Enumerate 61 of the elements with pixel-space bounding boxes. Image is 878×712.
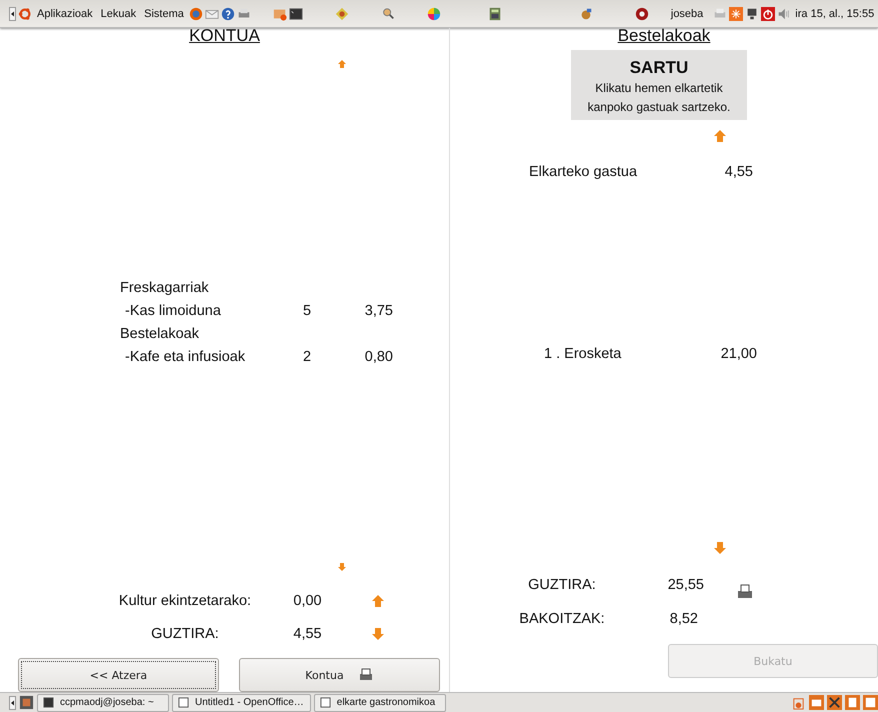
color-wheel-icon[interactable] — [426, 6, 441, 20]
terminal-icon — [43, 697, 54, 708]
network-icon[interactable] — [745, 6, 760, 20]
scroll-down-icon[interactable] — [336, 563, 348, 571]
decrease-icon[interactable] — [372, 628, 384, 640]
panel-menu[interactable]: Lekuak — [98, 8, 140, 20]
document-icon[interactable] — [845, 695, 860, 710]
total-label: GUZTIRA: — [150, 626, 220, 642]
item-name: -Kafe eta infusioak — [124, 348, 246, 364]
scroll-down-icon[interactable] — [714, 542, 726, 554]
item-quantity: 2 — [302, 348, 312, 364]
per-person-label: BAKOITZAK: — [518, 611, 606, 627]
culture-amount: 0,00 — [292, 593, 323, 609]
total-amount: 25,55 — [666, 577, 704, 593]
total-amount: 4,55 — [292, 626, 323, 642]
category-name: Bestelakoak — [120, 326, 199, 342]
total-label: GUZTIRA: — [527, 577, 597, 593]
tools-icon[interactable] — [827, 695, 842, 710]
scroll-up-icon[interactable] — [336, 60, 348, 68]
terminal-icon[interactable] — [288, 6, 303, 20]
action-button[interactable]: Kontua — [239, 658, 440, 692]
section-title: Bestelakoak — [618, 28, 710, 44]
panel-menu[interactable]: Sistema — [141, 8, 187, 20]
volume-icon[interactable] — [777, 6, 792, 20]
purchase-label: 1 . Erosketa — [544, 346, 622, 364]
search-icon[interactable] — [380, 6, 395, 20]
printer-icon[interactable] — [737, 584, 753, 600]
taskbar-button[interactable]: ccpmaodj@joseba: ~ — [37, 694, 169, 712]
panel-menu[interactable]: Aplikazioak — [34, 8, 96, 20]
per-person-amount: 8,52 — [668, 611, 698, 627]
action-button[interactable]: << Atzera — [18, 658, 219, 692]
expense-amount: 4,55 — [724, 164, 753, 182]
enter-expense-button[interactable]: SARTU Klikatu hemen elkartetik kanpoko gastuak sartzeko. — [571, 50, 747, 120]
purchase-amount: 21,00 — [720, 346, 757, 364]
section-title: KONTUA — [189, 28, 260, 44]
user-name[interactable]: joseba — [670, 8, 704, 20]
category-name: Freskagarriak — [120, 280, 209, 296]
scroll-up-icon[interactable] — [714, 130, 726, 142]
culture-label: Kultur ekintzetarako: — [118, 593, 252, 609]
taskbar-button[interactable]: Untitled1 - OpenOffice… — [172, 694, 311, 712]
panel-hide-button[interactable] — [9, 696, 16, 710]
mail-icon[interactable] — [809, 695, 824, 710]
window-icon — [320, 697, 331, 708]
show-desktop-icon[interactable] — [19, 695, 34, 710]
calculator-icon[interactable] — [488, 6, 502, 20]
ubuntu-logo-icon — [18, 6, 32, 20]
item-price: 0,80 — [364, 348, 393, 364]
clock[interactable]: ira 15, al., 15:55 — [795, 8, 874, 20]
window-icon[interactable] — [863, 695, 878, 710]
item-name: -Kas limoiduna — [124, 302, 222, 318]
expense-label: Elkarteko gastua — [529, 164, 638, 182]
disk-icon[interactable] — [634, 6, 649, 20]
help-icon[interactable] — [220, 6, 235, 20]
taskbar-button[interactable]: elkarte gastronomikoa — [314, 694, 446, 712]
item-quantity: 5 — [302, 302, 312, 318]
power-icon[interactable] — [761, 6, 776, 20]
increase-icon[interactable] — [372, 595, 384, 607]
window-icon — [178, 697, 189, 708]
browser-icon[interactable] — [188, 6, 203, 20]
item-price: 3,75 — [364, 302, 393, 318]
panel-hide-button[interactable] — [9, 6, 16, 20]
